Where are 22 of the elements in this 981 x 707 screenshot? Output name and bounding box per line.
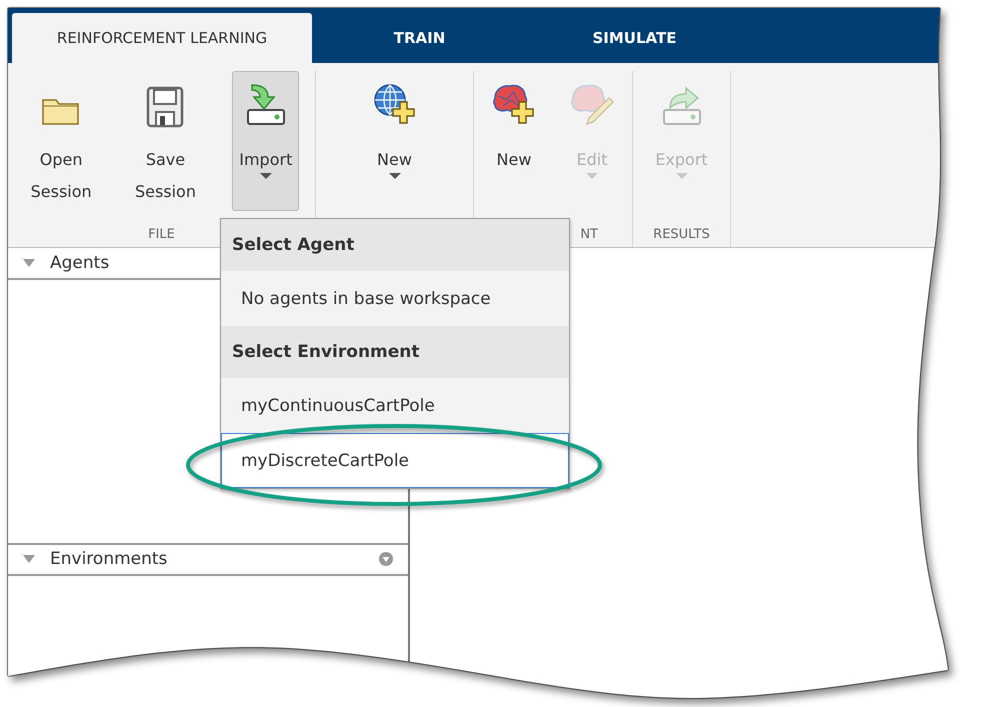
panel-header[interactable]: Environments bbox=[8, 544, 408, 576]
ribbon-button[interactable]: Open Session bbox=[24, 71, 99, 211]
ribbon-tab[interactable]: REINFORCEMENT LEARNING bbox=[12, 13, 312, 63]
brain-pencil-icon bbox=[569, 82, 615, 128]
ribbon-tab[interactable]: SIMULATE bbox=[527, 13, 742, 63]
panel-menu-icon[interactable] bbox=[378, 551, 394, 568]
ribbon-tab[interactable]: TRAIN bbox=[312, 13, 527, 63]
panel-title: Agents bbox=[50, 252, 110, 273]
menu-header: Select Environment bbox=[221, 326, 569, 378]
ribbon-button[interactable]: New bbox=[482, 71, 546, 211]
panel-title: Environments bbox=[50, 549, 168, 570]
section-label: FILE bbox=[148, 226, 175, 244]
collapse-triangle-icon[interactable] bbox=[22, 554, 36, 564]
section-label: RESULTS bbox=[653, 226, 710, 244]
ribbon-button[interactable]: Save Session bbox=[128, 71, 203, 211]
menu-item[interactable]: myDiscreteCartPole bbox=[221, 433, 569, 488]
section-label: NT bbox=[580, 226, 598, 244]
ribbon-button[interactable]: New bbox=[362, 71, 426, 211]
import-button[interactable]: Import bbox=[232, 71, 300, 211]
menu-item[interactable]: myContinuousCartPole bbox=[221, 378, 569, 433]
collapse-triangle-icon[interactable] bbox=[22, 258, 36, 268]
menu-header: Select Agent bbox=[221, 219, 569, 271]
